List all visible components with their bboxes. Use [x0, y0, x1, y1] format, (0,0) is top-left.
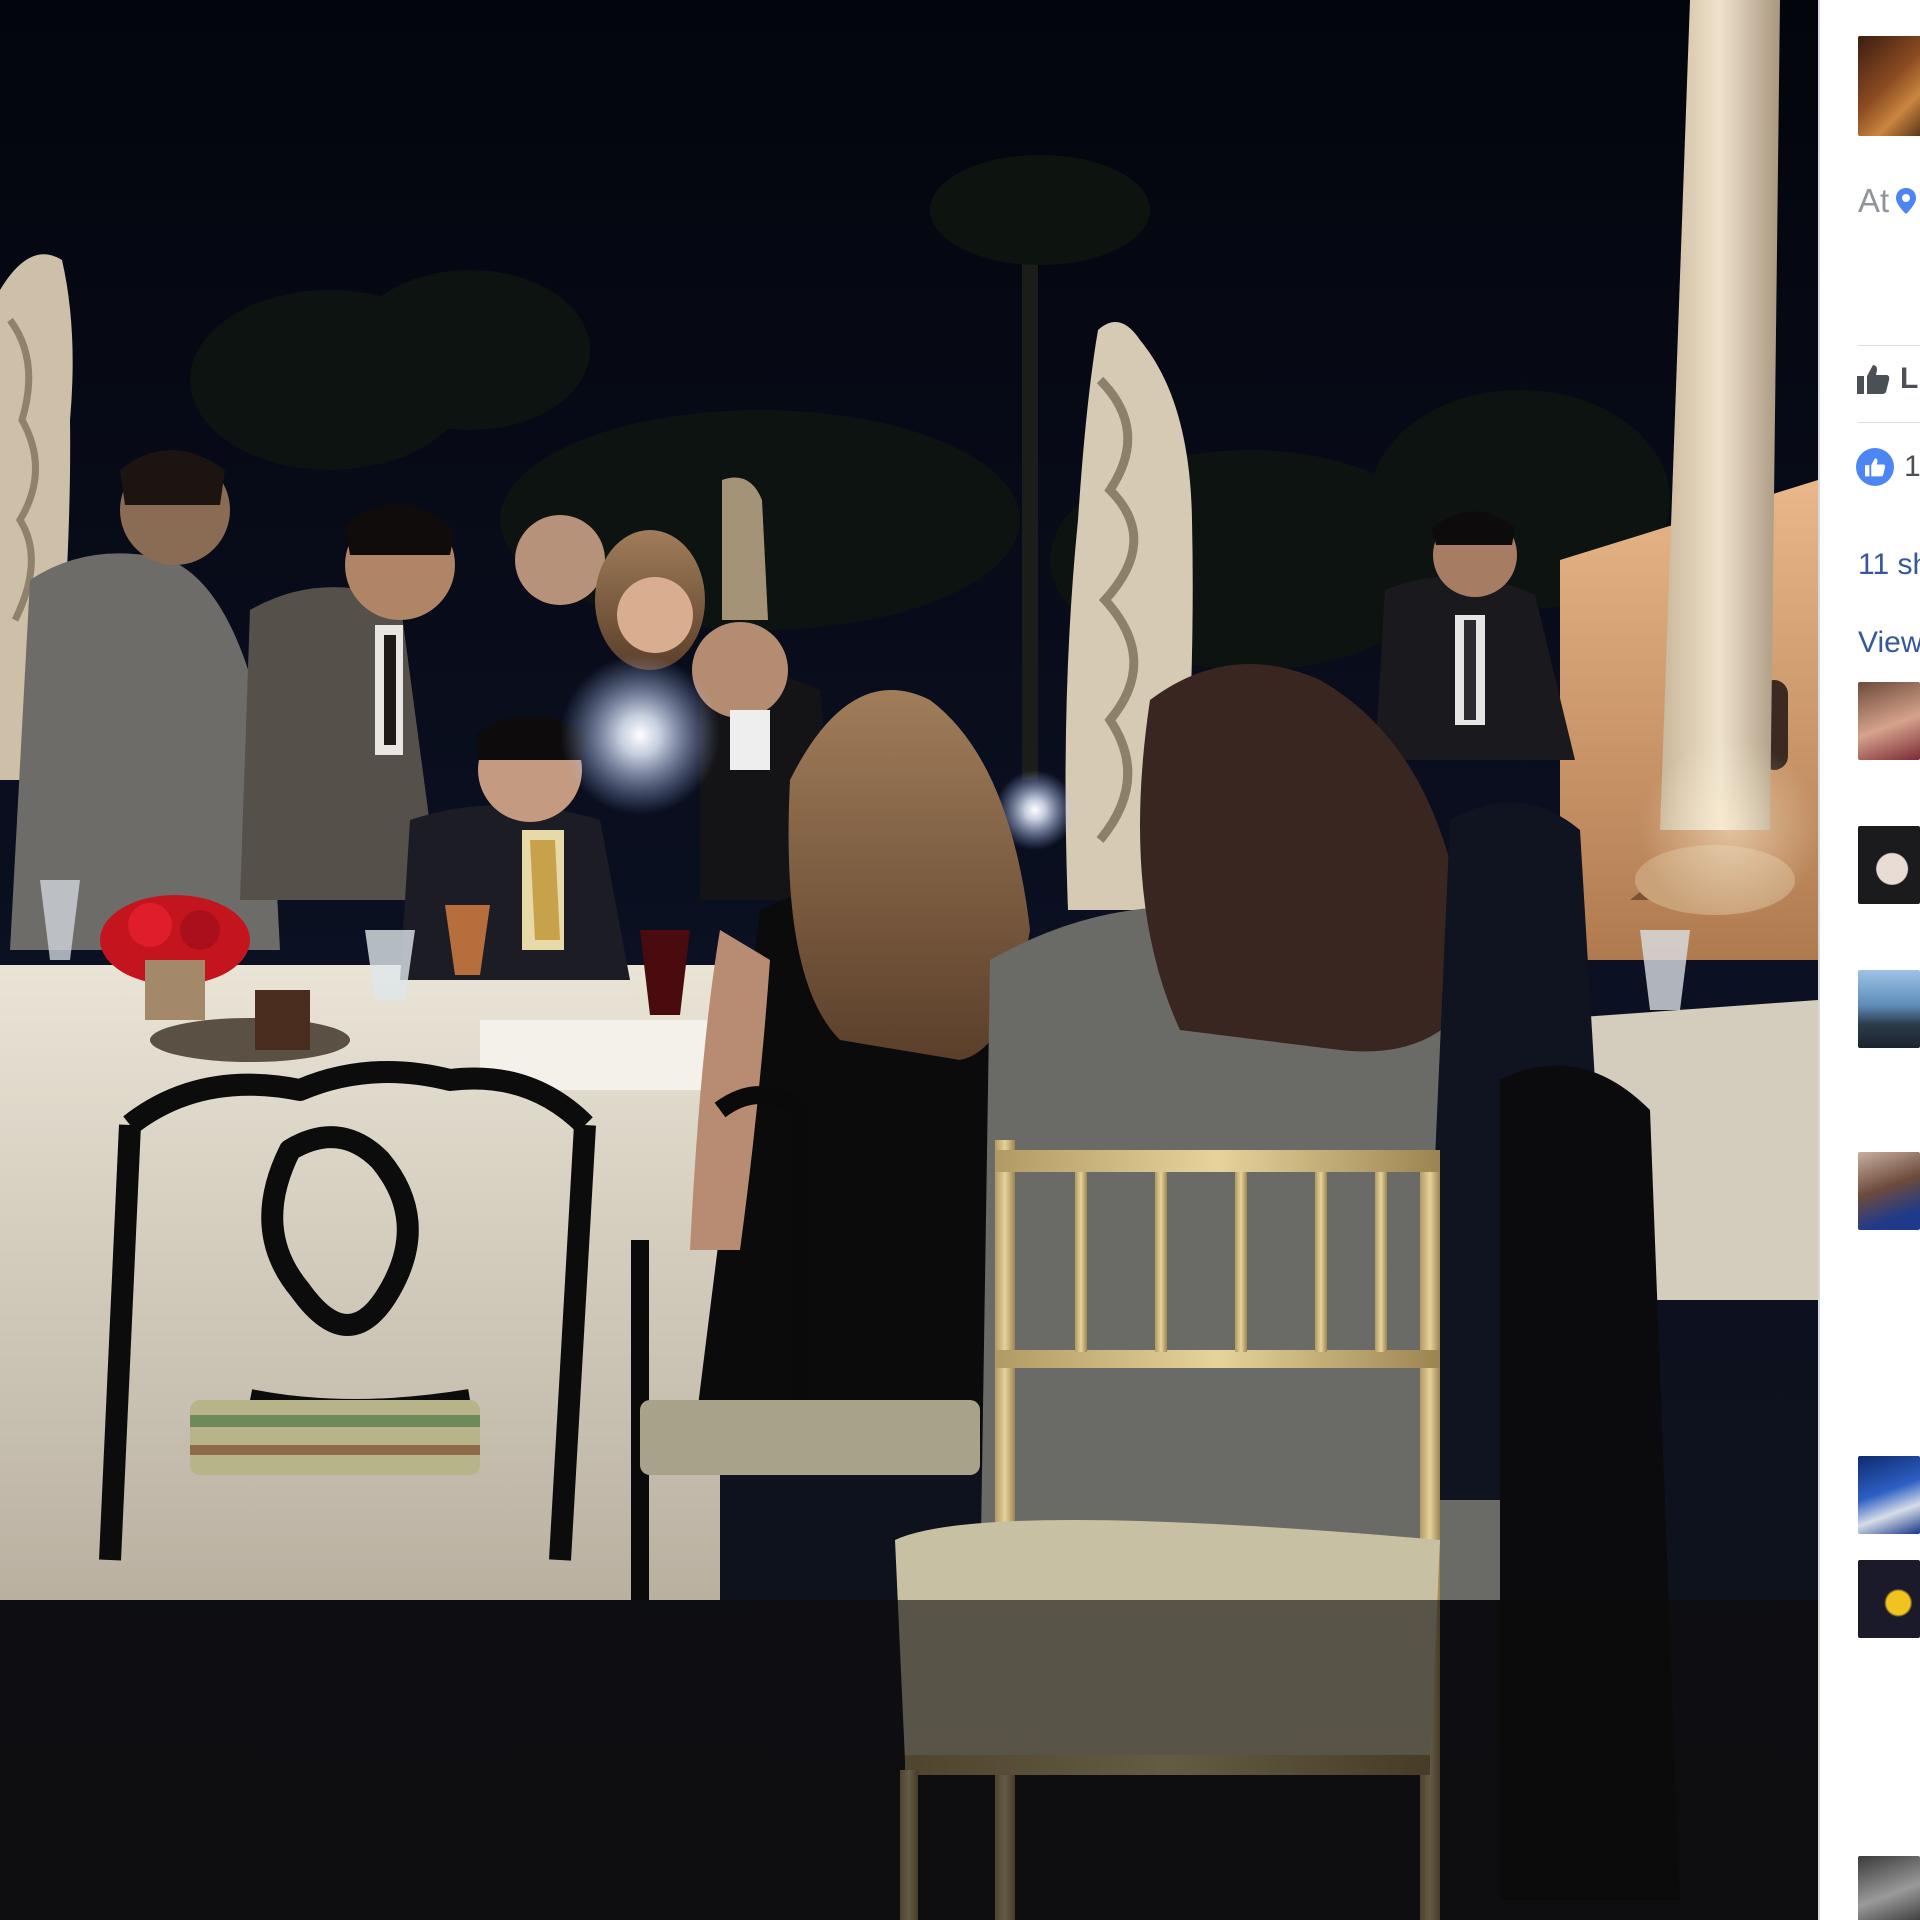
location-prefix: At [1858, 182, 1890, 219]
like-reaction-icon [1856, 448, 1894, 486]
commenter-avatar[interactable] [1858, 1856, 1920, 1920]
divider-top [1858, 345, 1920, 346]
commenter-avatar[interactable] [1858, 682, 1920, 760]
commenter-avatar[interactable] [1858, 970, 1920, 1048]
shares-link[interactable]: 11 sh [1858, 548, 1920, 582]
view-more-comments-link[interactable]: View [1858, 626, 1920, 660]
commenter-avatar[interactable] [1858, 1152, 1920, 1230]
commenter-avatar[interactable] [1858, 826, 1920, 904]
location-line: At [1858, 182, 1917, 220]
reaction-summary[interactable]: 1 [1856, 448, 1920, 486]
like-button[interactable]: L [1856, 362, 1918, 396]
page-profile-thumbnail[interactable] [1858, 36, 1920, 136]
dinner-photo [0, 0, 1818, 1920]
like-count: 1 [1904, 450, 1920, 483]
divider-middle [1858, 422, 1920, 423]
map-pin-icon[interactable] [1895, 187, 1917, 215]
thumbs-up-icon [1857, 365, 1890, 394]
commenter-avatar[interactable] [1858, 1456, 1920, 1534]
facebook-photo-viewer: At L 1 11 sh View [0, 0, 1920, 1920]
commenter-avatar[interactable] [1858, 1560, 1920, 1638]
like-button-label: L [1900, 362, 1919, 395]
photo-side-panel: At L 1 11 sh View [1820, 0, 1920, 1920]
photo-display[interactable] [0, 0, 1818, 1920]
